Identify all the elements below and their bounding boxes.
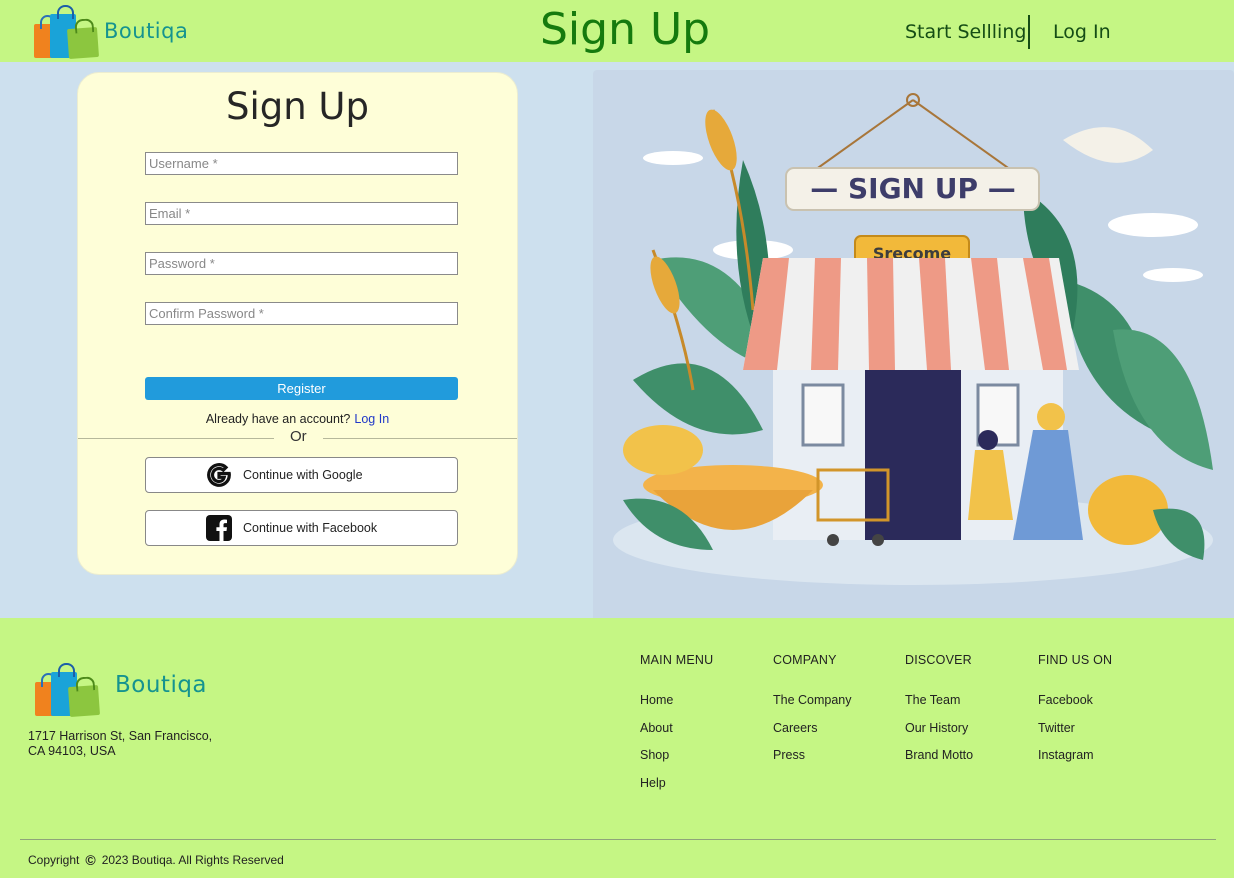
- footer-link-about[interactable]: About: [640, 721, 713, 749]
- footer-column-company: COMPANY The Company Careers Press: [773, 653, 852, 776]
- google-signin-button[interactable]: Continue with Google: [145, 457, 458, 493]
- footer-column-discover: DISCOVER The Team Our History Brand Mott…: [905, 653, 973, 776]
- or-label: Or: [274, 428, 323, 445]
- sign-board-text: — SIGN UP —: [810, 172, 1016, 205]
- shopping-bags-icon: [32, 4, 102, 60]
- already-account-label: Already have an account?: [205, 412, 351, 426]
- address-line-2: CA 94103, USA: [28, 744, 116, 758]
- form-login-link[interactable]: Log In: [354, 412, 389, 426]
- footer-link-the-team[interactable]: The Team: [905, 693, 973, 721]
- header-login-link[interactable]: Log In: [1053, 21, 1111, 43]
- footer-link-our-history[interactable]: Our History: [905, 721, 973, 749]
- footer-column-heading: COMPANY: [773, 653, 837, 667]
- footer-link-careers[interactable]: Careers: [773, 721, 852, 749]
- footer-link-twitter[interactable]: Twitter: [1038, 721, 1112, 749]
- signup-form-card: Sign Up Register Already have an account…: [77, 72, 518, 575]
- copyright: Copyright © 2023 Boutiqa. All Rights Res…: [28, 852, 284, 868]
- header: Boutiqa Sign Up Start Sellling Log In: [0, 0, 1234, 62]
- start-selling-link[interactable]: Start Sellling: [905, 21, 1026, 43]
- footer-link-facebook[interactable]: Facebook: [1038, 693, 1112, 721]
- form-title: Sign Up: [225, 85, 370, 128]
- shopping-bags-icon: [33, 654, 113, 718]
- brand-name: Boutiqa: [104, 19, 189, 43]
- footer-link-press[interactable]: Press: [773, 748, 852, 776]
- register-button[interactable]: Register: [145, 377, 458, 400]
- footer-link-instagram[interactable]: Instagram: [1038, 748, 1112, 776]
- copyright-prefix: Copyright: [28, 853, 80, 867]
- footer-column-main-menu: MAIN MENU Home About Shop Help: [640, 653, 713, 803]
- page-title: Sign Up: [540, 4, 711, 55]
- username-field[interactable]: [145, 152, 458, 175]
- footer-divider: [20, 839, 1216, 840]
- brand-logo[interactable]: Boutiqa: [32, 4, 189, 60]
- footer-column-find-us-on: FIND US ON Facebook Twitter Instagram: [1038, 653, 1112, 776]
- footer-column-heading: DISCOVER: [905, 653, 972, 667]
- footer-column-heading: MAIN MENU: [640, 653, 714, 667]
- address-line-1: 1717 Harrison St, San Francisco,: [28, 729, 213, 743]
- main-content: Sign Up Register Already have an account…: [0, 62, 1234, 622]
- footer: Boutiqa 1717 Harrison St, San Francisco,…: [0, 618, 1234, 878]
- signup-illustration: — SIGN UP — Srecome: [593, 70, 1234, 622]
- address: 1717 Harrison St, San Francisco, CA 9410…: [28, 729, 228, 759]
- footer-link-the-company[interactable]: The Company: [773, 693, 852, 721]
- footer-link-help[interactable]: Help: [640, 776, 713, 804]
- facebook-button-label: Continue with Facebook: [243, 521, 378, 535]
- facebook-icon: [206, 515, 232, 541]
- google-icon: [206, 462, 232, 488]
- email-field[interactable]: [145, 202, 458, 225]
- footer-link-shop[interactable]: Shop: [640, 748, 713, 776]
- confirm-password-field[interactable]: [145, 302, 458, 325]
- footer-link-brand-motto[interactable]: Brand Motto: [905, 748, 973, 776]
- footer-column-heading: FIND US ON: [1038, 653, 1113, 667]
- facebook-signin-button[interactable]: Continue with Facebook: [145, 510, 458, 546]
- copyright-icon: ©: [85, 852, 96, 868]
- footer-brand-logo[interactable]: Boutiqa: [33, 654, 208, 718]
- footer-brand-name: Boutiqa: [115, 672, 208, 698]
- nav-divider: [1028, 15, 1030, 49]
- copyright-text: 2023 Boutiqa. All Rights Reserved: [101, 853, 284, 867]
- footer-link-home[interactable]: Home: [640, 693, 713, 721]
- already-account-text: Already have an account? Log In: [78, 412, 517, 426]
- google-button-label: Continue with Google: [243, 468, 363, 482]
- password-field[interactable]: [145, 252, 458, 275]
